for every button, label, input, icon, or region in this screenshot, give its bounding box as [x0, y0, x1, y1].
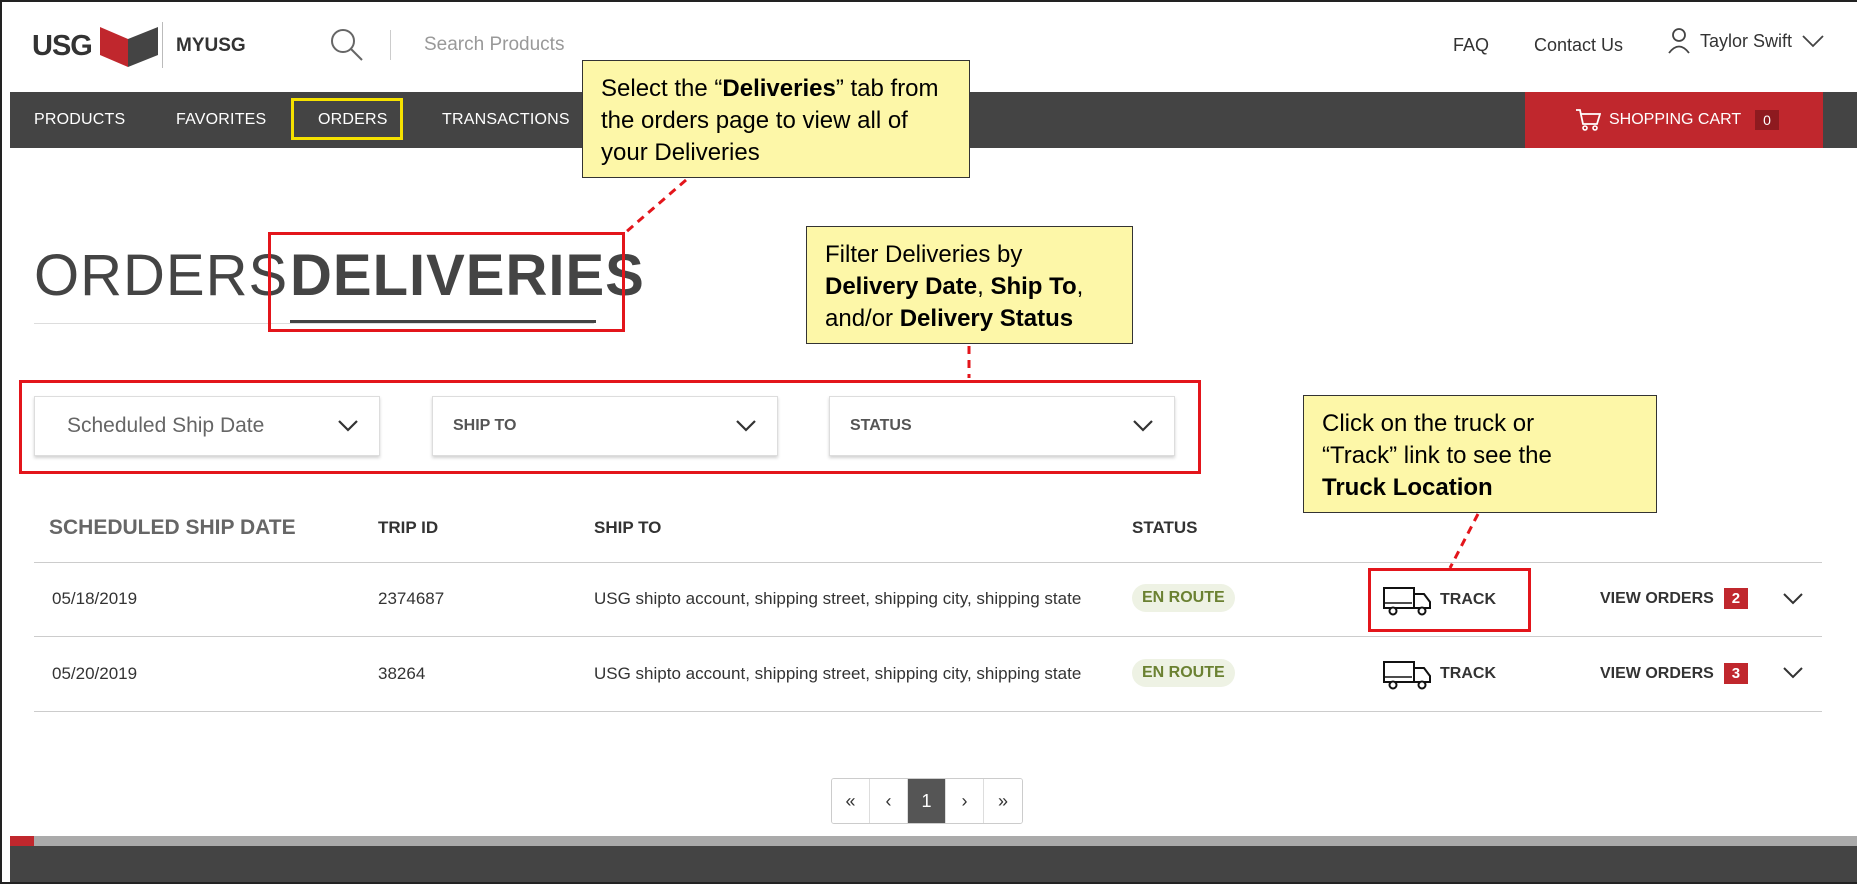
callout2-bold2: Ship To [990, 273, 1077, 300]
usg-logo[interactable]: USG [32, 20, 160, 72]
callout2-bold3: Delivery Status [899, 305, 1074, 332]
row-ship-to: USG shipto account, shipping street, shi… [594, 589, 1082, 608]
track-callout: Click on the truck or “Track” link to see… [1303, 395, 1657, 513]
pagination: « ‹ 1 › » [831, 778, 1023, 824]
callout1-text: Select the “ [601, 75, 723, 102]
callout2-line3: and/or [825, 305, 900, 332]
status-badge: EN ROUTE [1132, 659, 1235, 687]
user-name: Taylor Swift [1700, 30, 1793, 51]
callout3-bold: Truck Location [1322, 474, 1493, 501]
footer-stripe [10, 836, 1857, 846]
screen: USG MYUSG FAQ Contact Us Taylor Swift [0, 0, 1857, 884]
deliveries-tab-callout: Select the “Deliveries” tab from the ord… [582, 60, 970, 178]
usg-logo-mark-icon [99, 27, 158, 67]
cart-icon [1576, 109, 1601, 131]
table-header-rule [34, 562, 1822, 563]
orders-highlight-box [291, 98, 403, 140]
prev-page-button[interactable]: ‹ [870, 779, 908, 823]
callout3-line2: “Track” link to see the [1322, 442, 1552, 469]
status-badge: EN ROUTE [1132, 584, 1235, 612]
faq-link[interactable]: FAQ [1453, 35, 1489, 56]
callout2-sep2: , [1076, 273, 1084, 300]
shopping-cart-button[interactable]: SHOPPING CART 0 [1525, 92, 1823, 148]
search-icon[interactable] [330, 28, 364, 62]
search-input[interactable] [424, 30, 724, 60]
order-count-badge: 2 [1723, 588, 1749, 609]
app-name[interactable]: MYUSG [176, 35, 246, 57]
footer-accent [10, 836, 34, 846]
row-date: 05/18/2019 [52, 589, 138, 608]
callout1-bold: Deliveries [722, 75, 836, 102]
row-trip-id: 38264 [378, 664, 426, 683]
row-divider [34, 711, 1822, 712]
chevron-down-icon[interactable] [1782, 592, 1804, 606]
row-ship-to: USG shipto account, shipping street, shi… [594, 664, 1082, 683]
filters-highlight-box [19, 380, 1201, 474]
callout2-bold1: Delivery Date [825, 273, 978, 300]
row-trip-id: 2374687 [378, 589, 445, 608]
first-page-button[interactable]: « [832, 779, 870, 823]
nav-favorites[interactable]: FAVORITES [176, 111, 266, 129]
chevron-down-icon[interactable] [1782, 666, 1804, 680]
track-label[interactable]: TRACK [1440, 665, 1496, 683]
track-link[interactable]: TRACK [1382, 658, 1496, 690]
chevron-down-icon [1802, 35, 1824, 48]
order-count-badge: 3 [1723, 663, 1749, 684]
tab-orders[interactable]: ORDERS [34, 242, 288, 309]
truck-icon[interactable] [1382, 658, 1434, 690]
logo-text: USG [32, 29, 93, 62]
view-orders-label: VIEW ORDERS [1600, 589, 1714, 607]
callout2-sep1: , [977, 273, 991, 300]
callout3-line1: Click on the truck or [1322, 410, 1535, 437]
logo-divider [162, 22, 163, 68]
view-orders-button[interactable]: VIEW ORDERS 2 [1600, 588, 1749, 609]
callout2-line1: Filter Deliveries by [825, 241, 1023, 268]
nav-transactions[interactable]: TRANSACTIONS [442, 111, 570, 129]
user-icon [1668, 28, 1690, 54]
search-divider [390, 30, 391, 60]
nav-products[interactable]: PRODUCTS [34, 111, 125, 129]
view-orders-label: VIEW ORDERS [1600, 664, 1714, 682]
row-divider [34, 636, 1822, 637]
user-menu[interactable]: Taylor Swift [1668, 28, 1824, 54]
current-page-button[interactable]: 1 [908, 779, 946, 823]
next-page-button[interactable]: › [946, 779, 984, 823]
view-orders-button[interactable]: VIEW ORDERS 3 [1600, 663, 1749, 684]
column-header-date[interactable]: SCHEDULED SHIP DATE [49, 516, 296, 540]
column-header-ship-to[interactable]: SHIP TO [594, 518, 661, 538]
column-header-status[interactable]: STATUS [1132, 518, 1197, 538]
track-highlight-box [1368, 568, 1531, 632]
footer [10, 846, 1857, 882]
deliveries-highlight-box [268, 232, 625, 332]
contact-us-link[interactable]: Contact Us [1534, 35, 1623, 56]
filter-callout: Filter Deliveries by Delivery Date, Ship … [806, 226, 1133, 344]
cart-label: SHOPPING CART [1609, 111, 1742, 128]
last-page-button[interactable]: » [984, 779, 1022, 823]
row-date: 05/20/2019 [52, 664, 138, 683]
column-header-trip-id[interactable]: TRIP ID [378, 518, 438, 538]
cart-count-badge: 0 [1755, 110, 1779, 130]
